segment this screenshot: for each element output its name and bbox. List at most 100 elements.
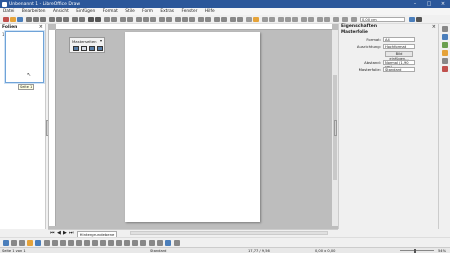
- print-icon[interactable]: [40, 16, 46, 22]
- helplines-icon[interactable]: [111, 16, 117, 22]
- copy-icon[interactable]: [56, 16, 62, 22]
- position-size-icon[interactable]: [269, 16, 275, 22]
- slides-pane-close-icon[interactable]: ×: [39, 24, 43, 30]
- stars-icon[interactable]: [132, 240, 138, 246]
- flip-horizontal-icon[interactable]: [292, 16, 298, 22]
- curves-icon[interactable]: [76, 240, 82, 246]
- menu-item-hilfe[interactable]: Hilfe: [202, 8, 218, 15]
- menu-item-ansicht[interactable]: Ansicht: [50, 8, 72, 15]
- zoom-slider-handle[interactable]: [414, 248, 416, 253]
- export-pdf-icon[interactable]: [33, 16, 39, 22]
- glue-icon[interactable]: [230, 16, 236, 22]
- maximize-icon[interactable]: □: [422, 0, 436, 8]
- grid-icon[interactable]: [104, 16, 110, 22]
- area-icon[interactable]: [333, 16, 339, 22]
- bring-forward-icon[interactable]: [301, 16, 307, 22]
- arrange-tool-icon[interactable]: [165, 240, 171, 246]
- insert-chart-icon[interactable]: [143, 16, 149, 22]
- export-icon[interactable]: [26, 16, 32, 22]
- align-tool-icon[interactable]: [157, 240, 163, 246]
- send-backward-icon[interactable]: [308, 16, 314, 22]
- insert-image-button[interactable]: Bild einfügen...: [385, 51, 413, 61]
- first-page-icon[interactable]: ⏮: [50, 230, 55, 236]
- callouts-icon[interactable]: [124, 240, 130, 246]
- area-style-icon[interactable]: [262, 16, 268, 22]
- horizontal-scrollbar[interactable]: [130, 231, 328, 235]
- arrange-icon[interactable]: [189, 16, 195, 22]
- clear-formatting-icon[interactable]: [79, 16, 85, 22]
- master-close-icon[interactable]: [97, 46, 103, 51]
- flip-vertical-icon[interactable]: [285, 16, 291, 22]
- clone-formatting-icon[interactable]: [72, 16, 78, 22]
- rectangle-tool-icon[interactable]: [52, 240, 58, 246]
- minimize-icon[interactable]: –: [408, 0, 422, 8]
- symbol-shapes-icon[interactable]: [100, 240, 106, 246]
- menu-item-extras[interactable]: Extras: [157, 8, 177, 15]
- align-icon[interactable]: [182, 16, 188, 22]
- properties-tab-icon[interactable]: [442, 34, 448, 40]
- menu-item-einfuegen[interactable]: Einfügen: [73, 8, 98, 15]
- transformations-icon[interactable]: [175, 16, 181, 22]
- redo-icon[interactable]: [95, 16, 101, 22]
- styles-tab-icon[interactable]: [442, 42, 448, 48]
- line-style-icon[interactable]: [246, 16, 252, 22]
- block-arrows-icon[interactable]: [108, 240, 114, 246]
- master-notes-icon[interactable]: [81, 46, 87, 51]
- basic-shapes-icon[interactable]: [92, 240, 98, 246]
- format-select[interactable]: A4: [383, 37, 415, 42]
- orientation-select[interactable]: Hochformat: [383, 44, 415, 49]
- drawing-page[interactable]: [125, 32, 260, 222]
- menu-item-datei[interactable]: Datei: [0, 8, 17, 15]
- sidebar-splitter[interactable]: [334, 120, 337, 136]
- fill-color-icon[interactable]: [409, 16, 415, 22]
- shadow-icon[interactable]: [198, 16, 204, 22]
- line-width-field[interactable]: 0,00 cm: [360, 17, 405, 22]
- chevron-down-icon[interactable]: ▾: [100, 38, 102, 43]
- slide-thumbnail[interactable]: [5, 31, 44, 83]
- shapes-tab-icon[interactable]: [442, 66, 448, 72]
- sidebar-menu-icon[interactable]: [442, 26, 448, 32]
- status-zoom[interactable]: 54%: [438, 249, 446, 253]
- last-page-icon[interactable]: ⏭: [69, 230, 74, 236]
- insert-image-icon[interactable]: [136, 16, 142, 22]
- fill-color-tool-icon[interactable]: [35, 240, 41, 246]
- gallery-tab-icon[interactable]: [442, 50, 448, 56]
- close-icon[interactable]: ×: [436, 0, 450, 8]
- save-icon[interactable]: [17, 16, 23, 22]
- open-icon[interactable]: [10, 16, 16, 22]
- vertical-ruler[interactable]: [49, 30, 56, 226]
- group-icon[interactable]: [317, 16, 323, 22]
- crop-icon[interactable]: [205, 16, 211, 22]
- margin-select[interactable]: Normal (1,90 cm): [383, 60, 415, 69]
- toggle-extrusion-icon[interactable]: [237, 16, 243, 22]
- menu-item-bearbeiten[interactable]: Bearbeiten: [19, 8, 49, 15]
- cut-icon[interactable]: [49, 16, 55, 22]
- paste-icon[interactable]: [63, 16, 69, 22]
- filter-icon[interactable]: [214, 16, 220, 22]
- menu-item-form[interactable]: Form: [139, 8, 156, 15]
- line-tool-icon[interactable]: [44, 240, 50, 246]
- menu-item-format[interactable]: Format: [100, 8, 121, 15]
- select-icon[interactable]: [3, 240, 9, 246]
- textbox-icon[interactable]: [166, 16, 172, 22]
- text-tool-icon[interactable]: [19, 240, 25, 246]
- menu-item-fenster[interactable]: Fenster: [178, 8, 200, 15]
- rotate-tool-icon[interactable]: [149, 240, 155, 246]
- shadow-tool-icon[interactable]: [174, 240, 180, 246]
- zoom-slider[interactable]: [400, 250, 434, 251]
- zoom-icon[interactable]: [127, 16, 133, 22]
- master-select[interactable]: Standard: [383, 67, 415, 72]
- more-options-icon[interactable]: [416, 16, 422, 22]
- fontwork-icon[interactable]: [159, 16, 165, 22]
- navigator-tab-icon[interactable]: [442, 58, 448, 64]
- lines-arrows-icon[interactable]: [68, 240, 74, 246]
- horizontal-ruler[interactable]: [56, 24, 332, 30]
- ungroup-icon[interactable]: [324, 16, 330, 22]
- line-color-icon[interactable]: [253, 16, 259, 22]
- points-icon[interactable]: [221, 16, 227, 22]
- master-slide-icon[interactable]: [73, 46, 79, 51]
- properties-close-icon[interactable]: ×: [432, 24, 436, 30]
- connectors-icon[interactable]: [84, 240, 90, 246]
- insert-table-icon[interactable]: [150, 16, 156, 22]
- flowchart-icon[interactable]: [116, 240, 122, 246]
